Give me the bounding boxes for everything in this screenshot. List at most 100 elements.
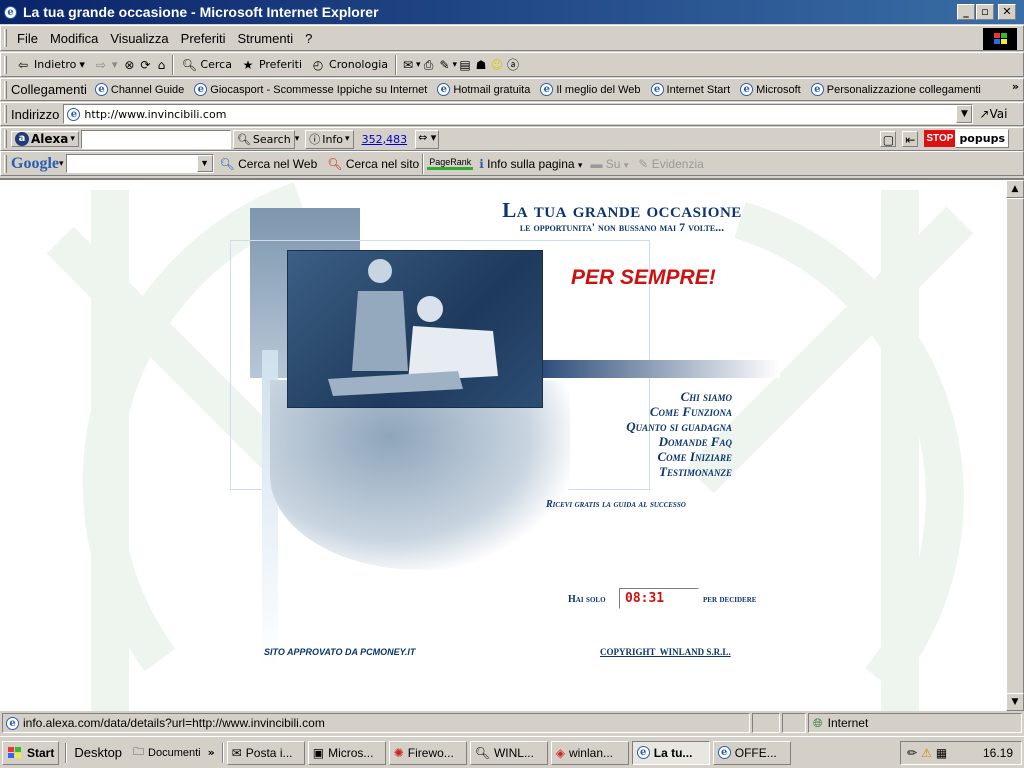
favorites-icon: ★ [242, 57, 254, 72]
link-internet-start[interactable]: Internet Start [667, 84, 731, 96]
nav-testimonanze[interactable]: Testimonanze [560, 464, 732, 479]
menu-preferiti[interactable]: Preferiti [181, 31, 226, 46]
google-logo[interactable]: Google [11, 155, 59, 173]
dropdown-arrow-icon[interactable]: ▾ [112, 58, 118, 71]
mail-icon[interactable]: ✉ [400, 57, 416, 73]
start-button[interactable]: Start [2, 740, 60, 765]
highlight-button[interactable]: ✎ Evidenzia [638, 157, 703, 171]
address-input[interactable]: e http://www.invincibili.com ▼ [63, 104, 974, 124]
smiley-icon[interactable]: ☺ [489, 57, 505, 73]
desktop-toolbar-label[interactable]: Desktop [70, 741, 126, 765]
ie-icon: e [740, 83, 754, 96]
links-more-button[interactable]: » [1012, 80, 1019, 93]
search-button[interactable]: 🔍︎ Cerca [177, 55, 236, 75]
page-info-button[interactable]: ℹ Info sulla pagina ▾ [479, 157, 582, 171]
clock[interactable]: 16.19 [983, 746, 1013, 760]
close-button[interactable]: ✕ [998, 4, 1016, 20]
task-winland[interactable]: ◈ winlan... [550, 740, 629, 765]
ie-icon: e [540, 83, 554, 96]
dropdown-arrow-icon[interactable]: ▾ [295, 134, 300, 144]
task-winl[interactable]: 🔍︎ WINL... [469, 740, 548, 765]
vertical-scrollbar[interactable]: ▲ ▼ [1006, 180, 1024, 711]
quicklaunch-more[interactable]: » [208, 746, 215, 759]
window-icon[interactable]: ▢ [880, 130, 897, 147]
address-dropdown-icon[interactable]: ▼ [956, 105, 973, 123]
go-button[interactable]: ↗Vai [979, 107, 1007, 121]
popup-blocker-button[interactable]: STOP popups [924, 129, 1009, 148]
pagerank-indicator[interactable]: PageRank [427, 157, 474, 170]
alexa-button[interactable]: a Alexa ▾ [11, 131, 79, 147]
documents-shortcut[interactable]: 🗀︎ Documenti [129, 741, 205, 765]
back-button[interactable]: ⇦ Indietro ▾ [11, 55, 89, 75]
menu-bar: File Modifica Visualizza Preferiti Strum… [0, 25, 1024, 51]
separator [422, 153, 425, 174]
menu-modifica[interactable]: Modifica [50, 31, 98, 46]
print-icon[interactable]: ⎙ [421, 57, 437, 73]
menu-visualizza[interactable]: Visualizza [110, 31, 168, 46]
search-icon: 🔍︎ [181, 57, 198, 72]
task-offerte[interactable]: e OFFE... [712, 740, 791, 765]
menu-strumenti[interactable]: Strumenti [237, 31, 293, 46]
google-search-input[interactable]: ▼ [65, 154, 214, 173]
scroll-up-icon[interactable]: ▲ [1006, 180, 1024, 198]
search-web-button[interactable]: 🔍︎ Cerca nel Web [220, 157, 318, 171]
zone-label: Internet [827, 716, 869, 730]
link-hotmail[interactable]: Hotmail gratuita [453, 84, 530, 96]
window-title: La tua grande occasione - Microsoft Inte… [23, 4, 379, 20]
warning-tray-icon[interactable]: ⚠ [921, 746, 932, 760]
menu-file[interactable]: File [17, 31, 38, 46]
alexa-search-label: Search [252, 132, 291, 146]
refresh-icon[interactable]: ⟳ [137, 57, 153, 73]
nav-chi-siamo[interactable]: Chi siamo [560, 389, 732, 404]
nav-come-funziona[interactable]: Come Funziona [560, 404, 732, 419]
messenger-icon[interactable]: ☗ [473, 57, 489, 73]
maximize-button[interactable]: ▫ [976, 4, 994, 20]
scroll-thumb[interactable] [1006, 198, 1024, 695]
task-fireworks[interactable]: ✺ Firewo... [388, 740, 467, 765]
history-button[interactable]: ◴ Cronologia [306, 55, 392, 75]
back-page-icon[interactable]: ⇤ [902, 130, 919, 147]
search-site-button[interactable]: 🔍︎ Cerca nel sito [327, 157, 419, 171]
grip[interactable] [4, 29, 7, 47]
scroll-down-icon[interactable]: ▼ [1006, 693, 1024, 711]
alexa-info-button[interactable]: ⓘ Info ▾ [305, 129, 354, 149]
stop-icon[interactable]: ⊗ [121, 57, 137, 73]
discuss-icon[interactable]: ▤ [457, 57, 473, 73]
link-channel-guide[interactable]: Channel Guide [111, 84, 184, 96]
alexa-arrows-button[interactable]: ⇔ ▾ [415, 129, 440, 149]
task-microsoft[interactable]: ▣ Micros... [307, 740, 386, 765]
task-outlook[interactable]: ✉ Posta i... [226, 740, 305, 765]
links-bar: Collegamenti e Channel Guide e Giocasport … [0, 78, 1024, 101]
up-button[interactable]: ▬ Su ▾ [590, 157, 628, 171]
aim-icon[interactable]: ⓐ [505, 57, 521, 73]
dropdown-arrow-icon[interactable]: ▾ [59, 158, 64, 169]
nav-domande-faq[interactable]: Domande Faq [560, 434, 732, 449]
home-icon[interactable]: ⌂ [153, 57, 169, 73]
status-text-panel: e info.alexa.com/data/details?url=http:/… [2, 713, 750, 733]
task-active-ie[interactable]: e La tu... [631, 740, 710, 765]
forward-button[interactable]: ⇨ ▾ [89, 55, 122, 75]
nav-quanto-si-guadagna[interactable]: Quanto si guadagna [560, 419, 732, 434]
minimize-button[interactable]: _ [957, 4, 975, 20]
copyright-link[interactable]: COPYRIGHT WINLAND S.R.L. [600, 647, 731, 657]
alexa-search-input[interactable] [80, 129, 231, 149]
link-microsoft[interactable]: Microsoft [756, 84, 801, 96]
edit-icon[interactable]: ✎ [437, 57, 453, 73]
network-tray-icon[interactable]: ▦ [936, 746, 947, 760]
ie-icon: e [94, 83, 108, 96]
alexa-rank-link[interactable]: 352,483 [362, 133, 408, 146]
dropdown-arrow-icon[interactable]: ▼ [196, 155, 213, 172]
alexa-search-button[interactable]: 🔍︎ Search [232, 129, 295, 149]
nav-come-iniziare[interactable]: Come Iniziare [560, 449, 733, 464]
guide-link[interactable]: Ricevi gratis la guida al successo [546, 499, 686, 510]
page-info-label: Info sulla pagina [487, 156, 575, 171]
ie-icon[interactable]: e [4, 5, 17, 19]
menu-help[interactable]: ? [305, 31, 312, 46]
link-meglio-web[interactable]: Il meglio del Web [556, 84, 640, 96]
link-personalizzazione[interactable]: Personalizzazione collegamenti [827, 84, 981, 96]
link-giocasport[interactable]: Giocasport - Scommesse Ippiche su Intern… [210, 84, 427, 96]
pen-tray-icon[interactable]: ✏ [907, 746, 917, 760]
favorites-button[interactable]: ★ Preferiti [236, 55, 306, 75]
dropdown-arrow-icon[interactable]: ▾ [79, 58, 85, 71]
dropdown-arrow-icon: ▾ [70, 134, 75, 144]
